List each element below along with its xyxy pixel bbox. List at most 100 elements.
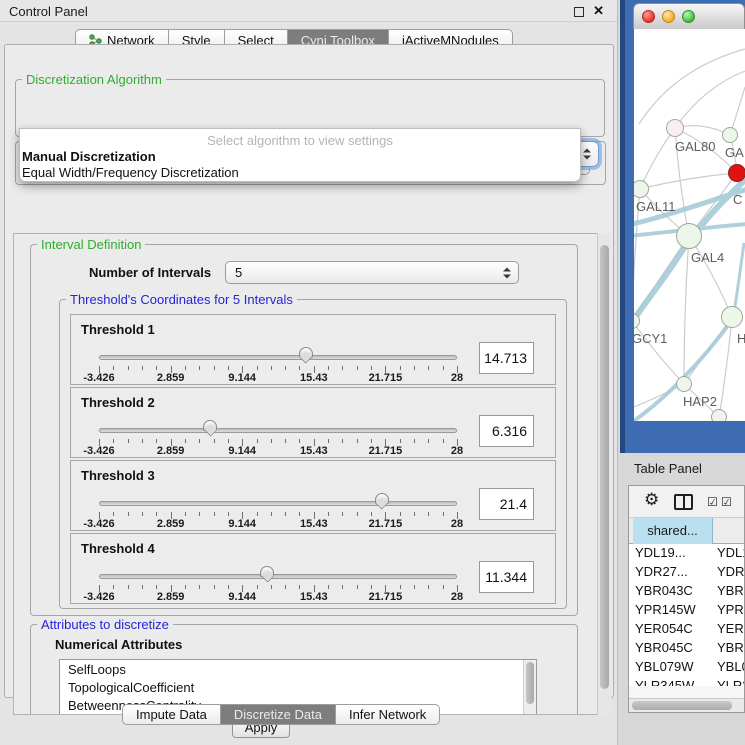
table-row[interactable]: YLR345WYLR3 <box>629 677 744 686</box>
network-node-label: GA <box>725 145 744 160</box>
table-cell: YER0 <box>717 621 744 636</box>
zoom-traffic-light-icon[interactable] <box>682 10 695 23</box>
slider-tick <box>128 585 129 589</box>
threshold-slider-track[interactable] <box>99 574 457 579</box>
network-node[interactable] <box>666 119 684 137</box>
table-panel-title: Table Panel <box>634 461 702 476</box>
network-node[interactable] <box>711 409 727 421</box>
minimize-traffic-light-icon[interactable] <box>662 10 675 23</box>
slider-tick-label: 15.43 <box>291 372 337 384</box>
slider-tick <box>228 585 229 589</box>
network-node-label: HAP2 <box>683 394 717 409</box>
network-node[interactable] <box>676 376 692 392</box>
slider-tick-label: 9.144 <box>219 445 265 457</box>
threshold-value-field[interactable]: 14.713 <box>479 342 534 374</box>
slider-tick <box>371 439 372 443</box>
popup-option-manual-discretization[interactable]: Manual Discretization <box>22 149 565 164</box>
slider-tick <box>214 439 215 443</box>
scrollbar-thumb[interactable] <box>632 701 732 710</box>
threshold-slider-track[interactable] <box>99 355 457 360</box>
slider-tick <box>414 585 415 589</box>
close-traffic-light-icon[interactable] <box>642 10 655 23</box>
checkbox-icon[interactable]: ☑ <box>721 495 732 509</box>
slider-tick <box>257 366 258 370</box>
slider-tick-label: 9.144 <box>219 372 265 384</box>
threshold-slider-thumb[interactable] <box>260 566 274 577</box>
threshold-value-field[interactable]: 6.316 <box>479 415 534 447</box>
slider-tick <box>342 585 343 589</box>
slider-tick <box>357 585 358 589</box>
table-row[interactable]: YBR043CYBR0 <box>629 582 744 601</box>
network-canvas[interactable]: GAL80GACGAL11GAL4GCY1HHAP2 <box>634 29 745 421</box>
slider-tick <box>257 512 258 516</box>
scrollbar-thumb[interactable] <box>600 245 609 689</box>
interval-definition-group: Interval Definition Number of Intervals … <box>30 244 578 616</box>
table-cell: YBL079W <box>635 659 694 674</box>
threshold-slider-track[interactable] <box>99 501 457 506</box>
tab-discretize-data[interactable]: Discretize Data <box>221 704 336 725</box>
column-header-shared[interactable]: shared... <box>633 518 713 544</box>
number-of-intervals-value: 5 <box>235 265 242 280</box>
attributes-scrollbar[interactable] <box>523 660 536 715</box>
slider-tick <box>113 366 114 370</box>
checkbox-icon[interactable]: ☑ <box>707 495 718 509</box>
tab-infer-network[interactable]: Infer Network <box>336 704 440 725</box>
threshold-value-field[interactable]: 11.344 <box>479 561 534 593</box>
threshold-slider-track[interactable] <box>99 428 457 433</box>
slider-tick <box>214 512 215 516</box>
cyni-bottom-tabs: Impute DataDiscretize DataInfer Network <box>122 704 440 725</box>
table-row[interactable]: YDL19...YDL1 <box>629 544 744 563</box>
settings-vertical-scrollbar[interactable] <box>597 233 611 715</box>
slider-tick <box>357 366 358 370</box>
slider-tick <box>428 439 429 443</box>
split-columns-icon[interactable] <box>674 494 693 510</box>
table-row[interactable]: YBL079W YBL0 <box>629 658 744 677</box>
network-node[interactable] <box>721 306 743 328</box>
network-view-window: GAL80GACGAL11GAL4GCY1HHAP2 <box>620 0 745 453</box>
attribute-list-item[interactable]: SelfLoops <box>60 660 536 678</box>
table-cell: YBL0 <box>717 659 744 674</box>
slider-tick <box>271 585 272 589</box>
number-of-intervals-combo[interactable]: 5 <box>225 261 519 284</box>
table-panel: ⚙ ☑ ☑ shared... na YDL19...YDL1YDR27...Y… <box>628 485 745 713</box>
slider-tick-label: 28 <box>434 518 480 530</box>
table-row[interactable]: YPR145WYPR1 <box>629 601 744 620</box>
threshold-slider-thumb[interactable] <box>299 347 313 358</box>
scrollbar-thumb[interactable] <box>526 662 534 704</box>
tab-impute-data[interactable]: Impute Data <box>122 704 221 725</box>
combo-arrows-icon <box>583 149 591 160</box>
float-panel-icon[interactable] <box>574 7 584 17</box>
table-horizontal-scrollbar[interactable] <box>629 698 744 712</box>
group-title: Discretization Algorithm <box>22 72 166 87</box>
slider-tick <box>328 439 329 443</box>
attribute-list-item[interactable]: TopologicalCoefficient <box>60 678 536 696</box>
panel-title: Control Panel <box>9 4 88 19</box>
column-header-name[interactable]: na <box>713 518 745 544</box>
slider-tick <box>400 585 401 589</box>
slider-tick <box>199 439 200 443</box>
group-title: Attributes to discretize <box>37 617 173 632</box>
slider-tick-label: 9.144 <box>219 518 265 530</box>
slider-tick <box>414 512 415 516</box>
network-node[interactable] <box>722 127 738 143</box>
close-icon[interactable]: ✕ <box>593 3 604 19</box>
table-row[interactable]: YDR27...YDR2 <box>629 563 744 582</box>
network-node[interactable] <box>728 164 745 182</box>
threshold-slider-thumb[interactable] <box>203 420 217 431</box>
popup-option-equal-width-frequency[interactable]: Equal Width/Frequency Discretization <box>22 165 565 180</box>
slider-tick-label: -3.426 <box>76 518 122 530</box>
slider-tick-label: -3.426 <box>76 591 122 603</box>
network-node[interactable] <box>676 223 702 249</box>
slider-tick-label: 15.43 <box>291 518 337 530</box>
slider-tick <box>428 366 429 370</box>
threshold-value-field[interactable]: 21.4 <box>479 488 534 520</box>
table-row[interactable]: YER054CYER0 <box>629 620 744 639</box>
slider-tick <box>214 366 215 370</box>
gear-icon[interactable]: ⚙ <box>644 490 659 510</box>
slider-tick-label: 15.43 <box>291 591 337 603</box>
threshold-slider-thumb[interactable] <box>375 493 389 504</box>
table-cell: YLR345W <box>635 678 694 686</box>
table-row[interactable]: YBR045CYBR0 <box>629 639 744 658</box>
slider-tick <box>271 512 272 516</box>
network-window-titlebar[interactable] <box>633 3 745 29</box>
